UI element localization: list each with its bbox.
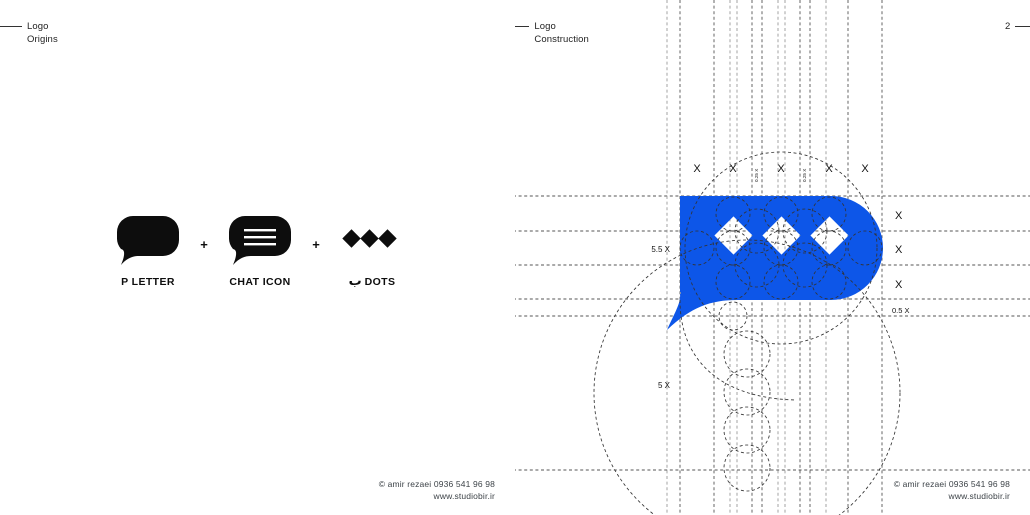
formula-cell-p-letter (105, 212, 191, 270)
header-rule-icon-far-right (1015, 26, 1030, 27)
page-number-2: 2 (1005, 21, 1011, 32)
header-right-title: Logo Construction (534, 21, 589, 45)
header-page-number-2: 2 (1005, 21, 1030, 32)
beh-letter-glyph: ب (348, 274, 362, 289)
header-rule-icon-right (515, 26, 530, 27)
formula-label-dots-text: DOTS (364, 276, 396, 288)
page-right-logo-construction: © amir rezaei 0936 541 96 98 www.studiob… (515, 0, 1030, 515)
header-left-title: Logo Origins (27, 21, 58, 45)
formula-operator-1: + (200, 236, 208, 252)
three-diamonds-icon (342, 229, 397, 248)
top-small-label-2: 0.25 X (802, 169, 807, 182)
header-logo-origins: Logo Origins (0, 21, 58, 46)
header-rule-icon (0, 26, 22, 27)
formula-cell-chat-icon (217, 212, 303, 270)
construction-grid-drawing: X X X X X 0.25 X 0.25 X X X X 0.5 X 5.5 … (515, 0, 1030, 515)
right-label-x-1: X (895, 210, 903, 222)
top-label-x-2: X (729, 163, 737, 175)
top-label-x-5: X (861, 163, 869, 175)
right-label-half-x: 0.5 X (892, 306, 910, 315)
formula-operator-2: + (312, 236, 320, 252)
top-label-x-1: X (693, 163, 701, 175)
header-logo-construction: 1 Logo Construction (515, 21, 589, 46)
footer-left-credit: © amir rezaei 0936 541 96 98 (378, 479, 495, 489)
right-label-x-2: X (895, 244, 903, 256)
footer-left: © amir rezaei 0936 541 96 98 www.studiob… (300, 478, 495, 502)
logo-origins-formula: + + P LETTER CHAT ICON ب DOTS (105, 212, 415, 304)
formula-label-p-letter: P LETTER (121, 275, 175, 288)
page-left-logo-origins: Logo Origins + + P LETTER CHAT ICON ب DO… (0, 0, 515, 515)
top-label-x-3: X (777, 163, 785, 175)
top-label-x-4: X (825, 163, 833, 175)
left-label-5x: 5 X (658, 381, 671, 390)
formula-labels-row: P LETTER CHAT ICON ب DOTS (105, 274, 415, 289)
p-letter-bubble-icon (117, 216, 179, 265)
footer-left-website: www.studiobir.ir (433, 491, 495, 501)
left-label-5-5x: 5.5 X (651, 245, 670, 254)
speech-bubble-logo-shape (667, 196, 883, 330)
top-small-label-1: 0.25 X (754, 169, 759, 182)
formula-cell-dots (329, 212, 415, 270)
formula-icons-row: + + (105, 212, 415, 270)
chat-lines-bubble-icon (229, 216, 291, 265)
right-label-x-3: X (895, 279, 903, 291)
formula-label-dots: ب DOTS (329, 274, 415, 289)
formula-label-chat-icon: CHAT ICON (229, 275, 291, 288)
